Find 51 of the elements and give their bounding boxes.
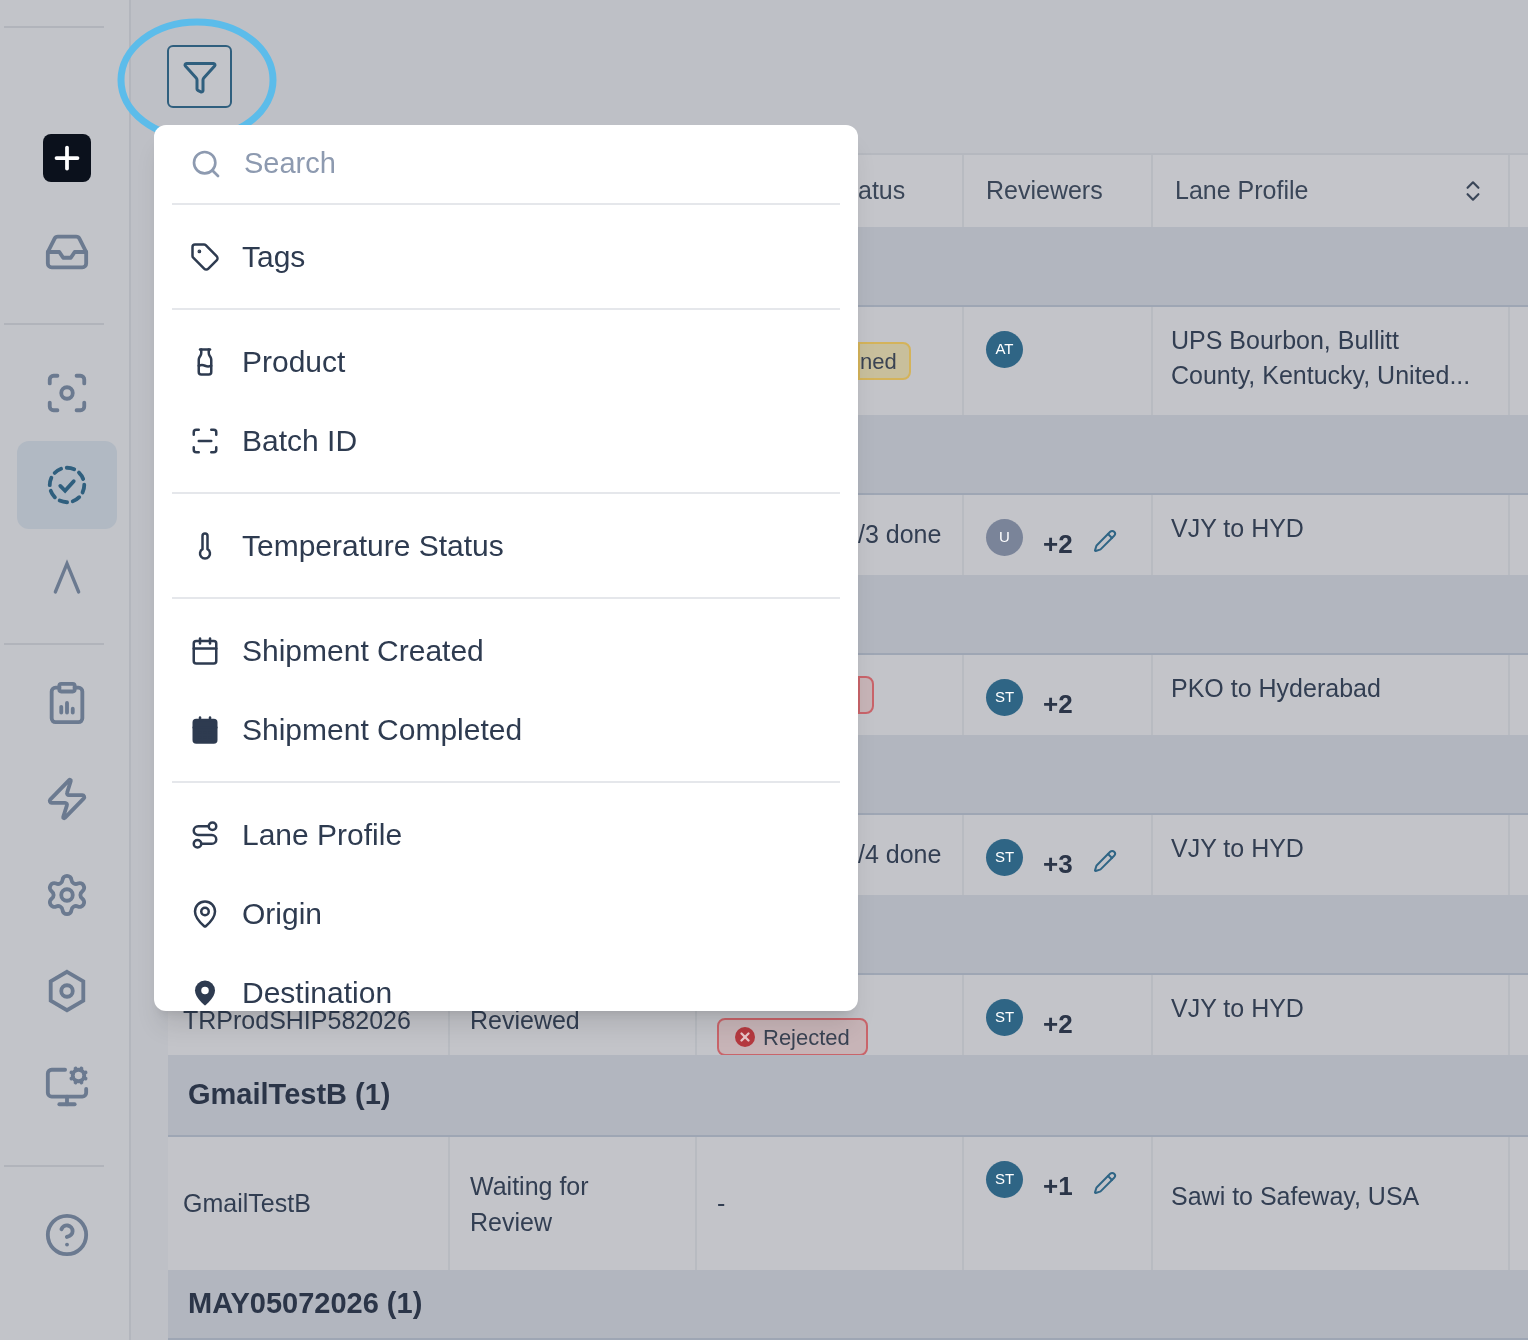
table-cell-text: UPS Bourbon, Bullitt County, Kentucky, United... [1171,325,1472,391]
menu-item[interactable]: Batch ID [172,401,840,480]
menu-item[interactable]: Shipment Created [172,611,840,690]
group-title: GmailTestB (1) [188,1077,391,1113]
status-text: - [717,1187,726,1219]
table-cell-text: PKO to Hyderabad [1171,673,1381,704]
search-icon [190,148,222,180]
group-title: MAY05072026 (1) [188,1286,423,1322]
add-icon [42,134,91,182]
avatar: AT [986,331,1023,368]
reviewer-count: +2 [1043,528,1073,561]
menu-item[interactable]: Origin [172,874,840,953]
edit-icon[interactable] [1092,849,1117,873]
table-cell-text: VJY to HYD [1171,833,1304,864]
search-input[interactable]: Search [244,142,744,186]
search-field[interactable]: Search [172,125,840,205]
reviewer-count: +1 [1043,1170,1073,1203]
menu-item[interactable]: Temperature Status [172,506,840,585]
table-cell: GmailTestB [183,1191,311,1216]
status-badge [858,676,874,714]
table-cell: Reviewed [470,1008,580,1033]
menu-item[interactable]: Product [172,322,840,401]
menu-item[interactable]: Shipment Completed [172,690,840,769]
avatar: ST [986,839,1023,876]
edit-icon[interactable] [1092,1171,1117,1195]
menu-item[interactable]: Destination [172,953,840,1011]
menu-item[interactable]: Tags [172,217,840,296]
menu-item[interactable]: Lane Profile [172,795,840,874]
reviewer-count: +2 [1043,688,1073,721]
status-badge: Rejected [717,1018,868,1056]
status-text: /3 done [858,519,942,551]
table-cell-text: VJY to HYD [1171,513,1304,544]
status-badge: ned [858,342,911,380]
avatar: ST [986,999,1023,1036]
edit-icon[interactable] [1092,529,1117,553]
filter-button[interactable] [167,45,232,108]
avatar: U [986,519,1023,556]
table-cell: TRProdSHIP582026 [183,1008,411,1033]
reviewer-count: +3 [1043,848,1073,881]
table-cell-text: Waiting for Review [470,1170,590,1238]
route-icon [190,819,220,850]
avatar: ST [986,1161,1023,1198]
table-cell-text: Sawi to Safeway, USA [1171,1181,1420,1212]
calendar-icon [190,714,220,745]
reviewer-count: +2 [1043,1008,1073,1041]
help-icon [43,1212,90,1258]
status-text: /4 done [858,839,942,871]
calendar-icon [190,635,220,666]
tag-icon [190,241,220,272]
table-cell-text: VJY to HYD [1171,993,1304,1024]
avatar: ST [986,679,1023,716]
